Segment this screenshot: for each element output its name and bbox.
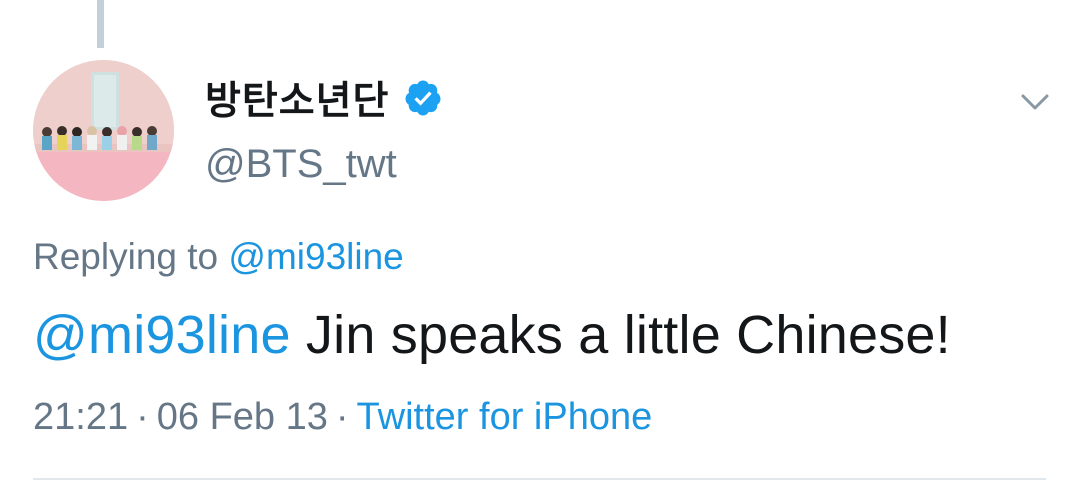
body-mention-link[interactable]: @mi93line [33, 305, 291, 365]
divider [33, 478, 1046, 480]
thread-connector-line [97, 0, 104, 48]
author-handle[interactable]: @BTS_twt [205, 142, 397, 187]
meta-separator: · [335, 396, 349, 438]
tweet-time[interactable]: 21:21 [33, 396, 128, 438]
meta-separator: · [136, 396, 149, 438]
avatar[interactable] [33, 60, 174, 201]
tweet-body-text: Jin speaks a little Chinese! [290, 305, 951, 365]
chevron-down-icon[interactable] [1015, 82, 1055, 122]
display-name[interactable]: 방탄소년단 [205, 72, 443, 124]
tweet-date[interactable]: 06 Feb 13 [157, 396, 328, 438]
replying-to-label: Replying to [33, 236, 219, 277]
avatar-image [33, 60, 174, 201]
display-name-text: 방탄소년단 [205, 79, 390, 124]
tweet-source-link[interactable]: Twitter for iPhone [357, 396, 653, 438]
tweet-meta: 21:21 · 06 Feb 13 · Twitter for iPhone [33, 396, 652, 439]
reply-mention-link[interactable]: @mi93line [228, 236, 403, 277]
verified-badge-icon [403, 78, 443, 118]
tweet-text: @mi93line Jin speaks a little Chinese! [33, 304, 951, 366]
replying-to-line: Replying to @mi93line [33, 236, 404, 278]
